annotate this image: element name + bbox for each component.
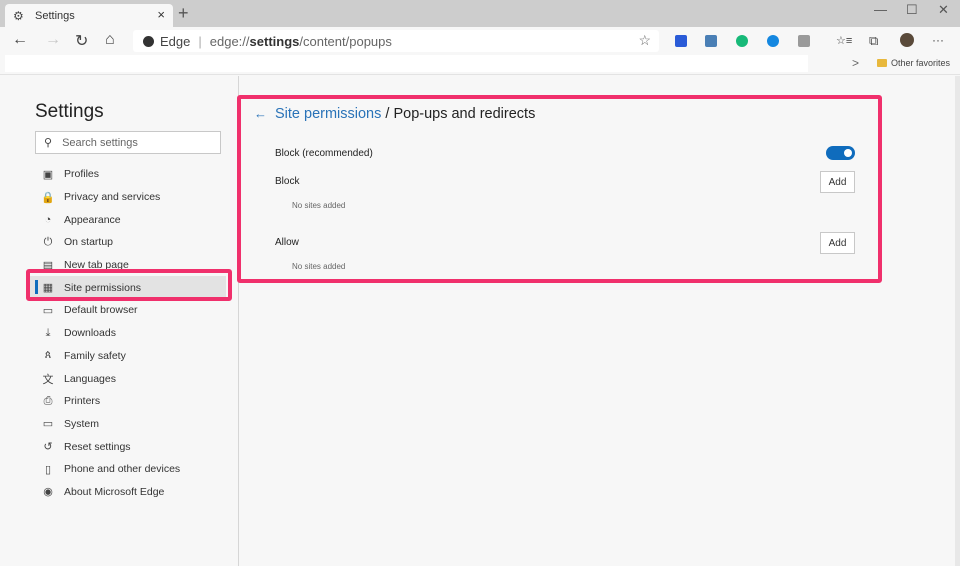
other-favorites-folder[interactable]: Other favorites [877,58,950,68]
breadcrumb-current: / Pop-ups and redirects [381,106,536,122]
sidebar-item-label: Default browser [64,304,138,317]
search-settings-input[interactable]: ⚲ Search settings [35,131,221,154]
about-microsoft-edge-icon: ◉ [43,486,53,499]
search-icon: ⚲ [44,137,53,149]
favorite-star-icon[interactable]: ☆ [638,32,651,49]
printers-icon: ⎙ [43,394,53,407]
sidebar-item-label: Phone and other devices [64,463,181,476]
more-menu-button[interactable]: ··· [932,33,944,47]
sidebar-item-label: Printers [64,395,101,408]
sidebar-item-label: Profiles [64,168,100,181]
refresh-button[interactable]: ↻ [75,31,88,51]
navigation-toolbar: ← → ↻ ⌂ Edge | edge://settings/content/p… [0,27,960,55]
profiles-icon: ▣ [42,168,54,181]
family-safety-icon: ጰ [44,349,52,362]
sidebar-item-label: Appearance [64,213,121,226]
sidebar-item-label: Privacy and services [64,191,161,204]
sidebar-item-label: Reset settings [64,440,131,453]
sidebar-item-about-microsoft-edge[interactable]: ◉ About Microsoft Edge [28,481,226,504]
folder-icon [877,59,887,67]
url-path: /content/popups [299,33,392,49]
forward-button[interactable]: → [45,31,61,49]
default-browser-icon: ▭ [42,304,54,317]
languages-icon: 文 [42,373,54,386]
sidebar-item-reset-settings[interactable]: ↺ Reset settings [28,435,226,458]
site-identity: Edge [160,33,191,49]
favorites-icon[interactable]: ☆≡ [836,34,852,47]
tab-title: Settings [35,9,75,22]
sidebar-item-on-startup[interactable]: ⏻ On startup [28,231,226,254]
downloads-icon: ⤓ [45,326,51,339]
extension-icon-4[interactable] [767,35,779,47]
extension-icon-5[interactable] [798,35,810,47]
url-host: settings [249,33,300,49]
breadcrumb-site-permissions-link[interactable]: Site permissions [275,106,381,122]
tab-strip: ⚙ Settings × + — ☐ ✕ [0,0,960,27]
new-tab-button[interactable]: + [178,3,189,24]
sidebar-item-label: Languages [64,372,116,385]
sidebar-item-printers[interactable]: ⎙ Printers [28,390,226,413]
reset-settings-icon: ↺ [43,441,53,454]
sidebar-item-downloads[interactable]: ⤓ Downloads [28,322,226,345]
url-prefix: edge:// [209,33,250,49]
other-favorites-label: Other favorites [891,58,951,68]
favorites-bar: > Other favorites [0,55,960,75]
settings-title: Settings [35,101,104,122]
home-button[interactable]: ⌂ [105,31,115,49]
close-window-button[interactable]: ✕ [938,2,949,18]
sidebar-item-profiles[interactable]: ▣ Profiles [28,163,226,186]
allow-add-button[interactable]: Add [820,232,855,254]
settings-nav: ▣ Profiles 🔒 Privacy and services ◔ Appearanc… [28,163,226,503]
gear-icon: ⚙ [13,8,24,23]
favorites-bar-area [5,55,808,72]
appearance-icon: ◔ [44,213,52,226]
address-bar[interactable]: Edge | edge://settings/content/popups ☆ [133,30,659,52]
extension-icon-2[interactable] [705,35,717,47]
block-recommended-label: Block (recommended) [275,148,373,159]
minimize-button[interactable]: — [874,2,887,17]
sidebar-item-label: Downloads [64,327,116,340]
breadcrumb: Site permissions / Pop-ups and redirects [275,106,535,122]
grammarly-icon[interactable] [736,35,748,47]
block-recommended-toggle[interactable] [826,146,855,160]
privacy-and-services-icon: 🔒 [41,191,55,204]
tab-settings[interactable]: ⚙ Settings × [5,4,173,27]
extension-icon-1[interactable] [675,35,687,47]
sidebar-item-phone-and-other-devices[interactable]: ▯ Phone and other devices [28,458,226,481]
sidebar-item-default-browser[interactable]: ▭ Default browser [28,299,226,322]
sidebar-item-label: System [64,417,100,430]
allow-empty-text: No sites added [292,262,346,271]
sidebar-item-languages[interactable]: 文 Languages [28,367,226,390]
toggle-knob [844,149,852,157]
address-separator: | [198,33,202,49]
close-tab-icon[interactable]: × [157,7,165,22]
favorites-overflow-chevron-icon[interactable]: > [852,56,859,70]
sidebar-item-label: About Microsoft Edge [64,485,165,498]
sidebar-item-appearance[interactable]: ◔ Appearance [28,208,226,231]
highlight-site-permissions [26,269,232,301]
system-icon: ▭ [42,418,54,431]
sidebar-item-label: Family safety [64,349,126,362]
allow-section-label: Allow [275,237,299,248]
block-add-button[interactable]: Add [820,171,855,193]
url-text: edge://settings/content/popups [210,34,392,49]
sidebar-item-privacy-and-services[interactable]: 🔒 Privacy and services [28,186,226,209]
page-scrollbar[interactable] [955,76,960,566]
sidebar-item-label: On startup [64,236,114,249]
search-placeholder: Search settings [62,136,138,149]
block-section-label: Block [275,176,300,187]
block-empty-text: No sites added [292,201,346,210]
profile-avatar[interactable] [900,33,914,47]
sidebar-item-family-safety[interactable]: ጰ Family safety [28,345,226,368]
sidebar-item-system[interactable]: ▭ System [28,413,226,436]
edge-logo-icon [143,35,154,47]
collections-icon[interactable]: ⧉ [869,33,878,49]
back-arrow-icon[interactable]: ← [254,106,267,121]
phone-and-other-devices-icon: ▯ [44,463,52,476]
on-startup-icon: ⏻ [43,235,53,248]
settings-sidebar: Settings ⚲ Search settings ▣ Profiles 🔒 Pri… [0,76,239,566]
highlight-popups-panel [237,95,882,283]
maximize-button[interactable]: ☐ [906,2,918,18]
back-button[interactable]: ← [12,31,28,49]
